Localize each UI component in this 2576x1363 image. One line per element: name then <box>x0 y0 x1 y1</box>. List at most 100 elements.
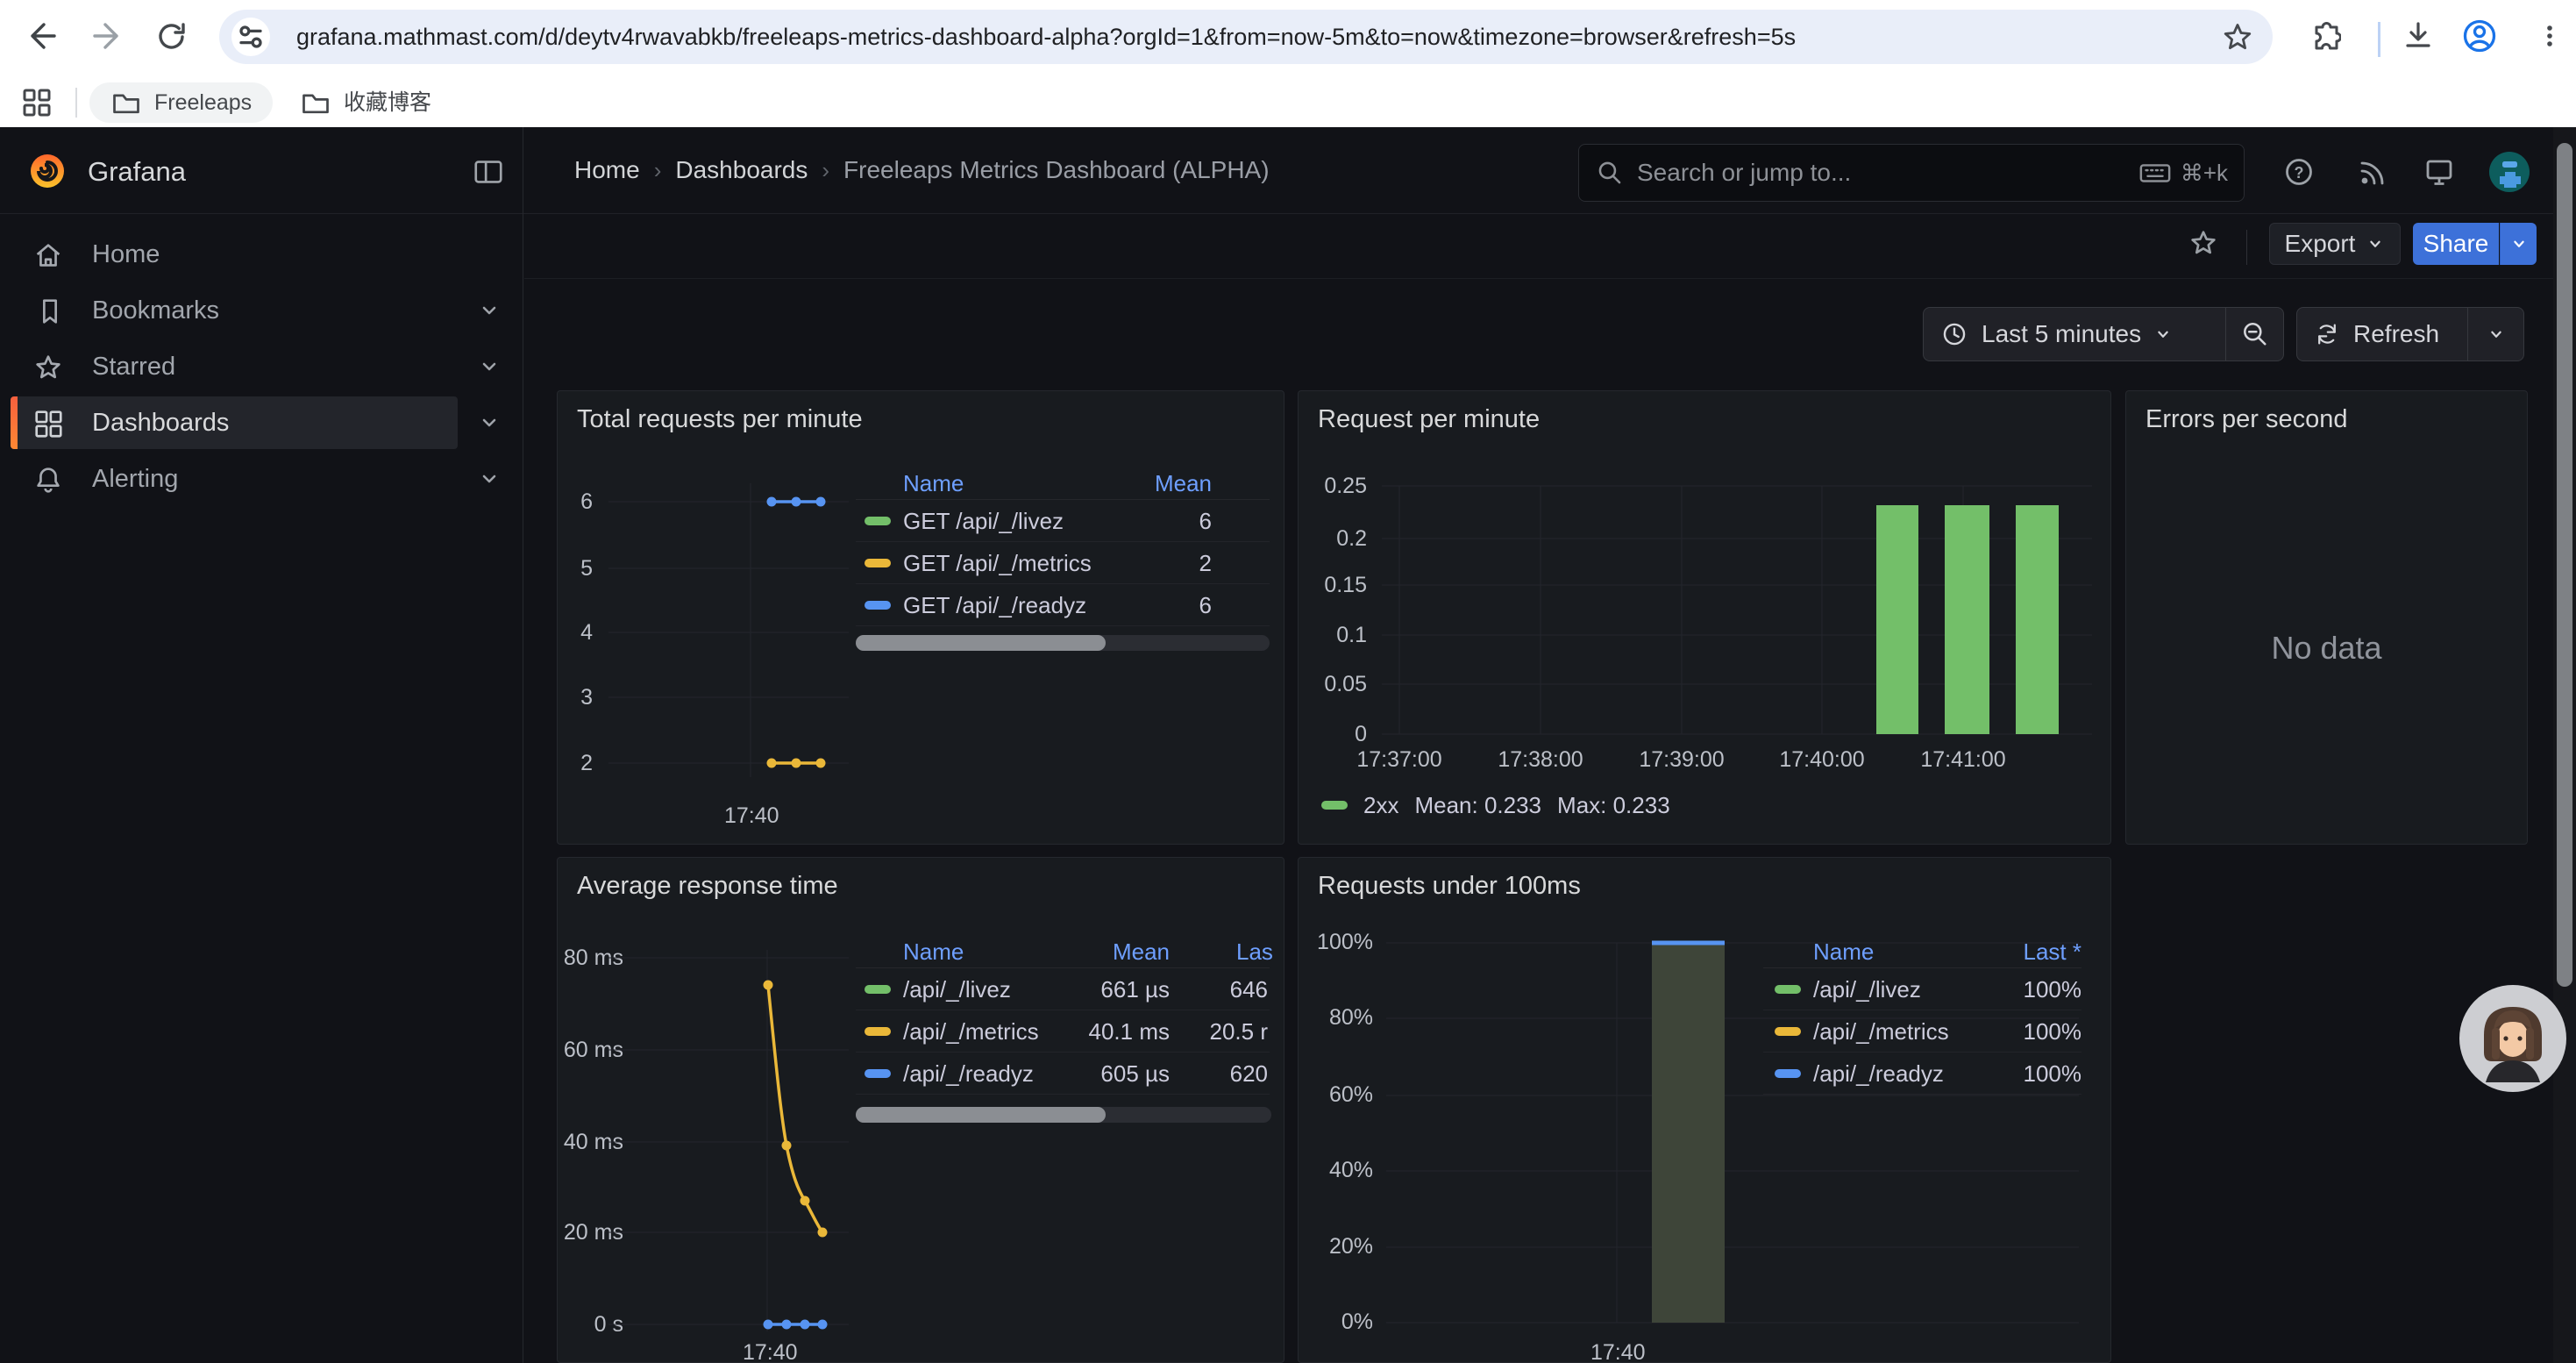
export-button[interactable]: Export <box>2269 223 2401 265</box>
search-input[interactable]: Search or jump to... ⌘+k <box>1578 144 2245 202</box>
y-tick: 5 <box>558 556 593 582</box>
legend-hscrollbar[interactable] <box>856 1107 1271 1123</box>
reload-icon[interactable] <box>154 18 189 54</box>
panel-title[interactable]: Errors per second <box>2145 405 2348 434</box>
line-chart[interactable] <box>601 475 856 799</box>
site-info-icon[interactable] <box>231 18 270 56</box>
sidebar-item-home[interactable]: Home <box>0 226 523 282</box>
kiosk-monitor-icon[interactable] <box>2422 154 2457 189</box>
y-tick: 0% <box>1299 1309 1373 1335</box>
legend-header-last[interactable]: Las <box>1236 938 1273 965</box>
bookmark-label: Freeleaps <box>154 82 252 123</box>
time-controls-group: Last 5 minutes <box>1923 307 2284 361</box>
bookmark-freeleaps[interactable]: Freeleaps <box>89 82 273 123</box>
sidebar-toggle-icon[interactable] <box>472 155 505 189</box>
sidebar-item-bookmarks[interactable]: Bookmarks <box>0 282 523 339</box>
chevron-down-icon[interactable] <box>477 467 502 491</box>
downloads-icon[interactable] <box>2401 18 2436 54</box>
url-text[interactable]: grafana.mathmast.com/d/deytv4rwavabkb/fr… <box>296 10 1796 64</box>
extensions-icon[interactable] <box>2306 18 2341 54</box>
chevron-down-icon[interactable] <box>477 298 502 323</box>
legend-row[interactable]: /api/_/readyz 605 µs 620 <box>856 1053 1270 1095</box>
legend-header-mean[interactable]: Mean <box>1113 938 1170 965</box>
help-icon[interactable]: ? <box>2281 154 2316 189</box>
page-scrollbar-thumb[interactable] <box>2557 143 2572 987</box>
sidebar-item-dashboards[interactable]: Dashboards <box>0 395 523 451</box>
scrollbar-thumb[interactable] <box>856 635 1106 651</box>
active-item-highlight <box>11 396 458 449</box>
legend-row[interactable]: /api/_/livez 661 µs 646 <box>856 968 1270 1010</box>
legend-header: Name Mean Las <box>856 938 1270 968</box>
scrollbar-thumb[interactable] <box>856 1107 1106 1123</box>
panel-title[interactable]: Requests under 100ms <box>1318 872 1581 901</box>
url-bar[interactable]: grafana.mathmast.com/d/deytv4rwavabkb/fr… <box>219 10 2273 64</box>
panel-total-requests[interactable]: Total requests per minute 6 5 4 3 2 17:4… <box>557 390 1284 845</box>
legend-row[interactable]: GET /api/_/metrics 2 <box>856 542 1270 584</box>
refresh-group: Refresh <box>2296 307 2524 361</box>
legend-header-name[interactable]: Name <box>1813 938 1874 965</box>
star-icon <box>32 351 65 384</box>
share-menu-button[interactable] <box>2500 223 2537 265</box>
breadcrumb-dashboards[interactable]: Dashboards <box>675 156 808 184</box>
bookmark-blogs[interactable]: 收藏博客 <box>279 82 452 123</box>
panel-avg-response-time[interactable]: Average response time 80 ms 60 ms 40 ms … <box>557 857 1284 1363</box>
y-tick: 40% <box>1299 1158 1373 1183</box>
x-tick: 17:40 <box>743 1340 795 1363</box>
panel-errors-per-second[interactable]: Errors per second No data <box>2125 390 2528 845</box>
news-rss-icon[interactable] <box>2355 154 2390 189</box>
legend-row[interactable]: /api/_/livez 100% <box>1763 968 2081 1010</box>
subheader-border <box>524 278 2576 279</box>
bar-chart[interactable] <box>1382 475 2092 738</box>
bookmark-star-icon[interactable] <box>2220 19 2255 54</box>
x-tick: 17:37:00 <box>1338 747 1461 773</box>
panel-requests-under-100ms[interactable]: Requests under 100ms 100% 80% 60% 40% 20… <box>1298 857 2111 1363</box>
apps-grid-icon[interactable] <box>19 85 54 120</box>
panel-title[interactable]: Average response time <box>577 872 838 901</box>
sidebar-item-starred[interactable]: Starred <box>0 339 523 395</box>
legend-header-name[interactable]: Name <box>903 470 964 496</box>
chevron-down-icon[interactable] <box>477 410 502 435</box>
y-tick: 3 <box>558 685 593 710</box>
sidebar-item-alerting[interactable]: Alerting <box>0 451 523 507</box>
home-icon <box>32 239 65 272</box>
line-chart[interactable] <box>601 941 856 1336</box>
legend[interactable]: 2xx Mean: 0.233 Max: 0.233 <box>1321 788 1670 823</box>
legend-row[interactable]: GET /api/_/readyz 6 <box>856 584 1270 626</box>
y-tick: 0.15 <box>1299 573 1367 598</box>
zoom-out-time-button[interactable] <box>2225 308 2283 360</box>
bell-icon <box>32 463 65 496</box>
panel-request-per-minute[interactable]: Request per minute 0.25 0.2 0.15 0.1 0.0… <box>1298 390 2111 845</box>
refresh-interval-button[interactable] <box>2467 308 2523 360</box>
refresh-button[interactable]: Refresh <box>2297 308 2467 360</box>
share-button[interactable]: Share <box>2413 223 2499 265</box>
back-icon[interactable] <box>25 18 60 54</box>
y-tick: 0.2 <box>1299 526 1367 552</box>
profile-icon[interactable] <box>2460 17 2499 55</box>
legend-hscrollbar[interactable] <box>856 635 1270 651</box>
panel-title[interactable]: Request per minute <box>1318 405 1540 434</box>
panel-title[interactable]: Total requests per minute <box>577 405 863 434</box>
x-tick: 17:40 <box>1590 1340 1643 1363</box>
caret-down-icon <box>2366 234 2385 253</box>
legend-row[interactable]: /api/_/readyz 100% <box>1763 1053 2081 1095</box>
legend-header-mean[interactable]: Mean <box>1155 470 1212 496</box>
legend-header-last[interactable]: Last * <box>2024 938 2082 965</box>
grafana-logo[interactable] <box>26 149 68 191</box>
series-swatch-blue <box>1775 1069 1801 1078</box>
chevron-down-icon[interactable] <box>477 354 502 379</box>
legend-row[interactable]: /api/_/metrics 40.1 ms 20.5 r <box>856 1010 1270 1053</box>
legend-header-name[interactable]: Name <box>903 938 964 965</box>
time-range-picker[interactable]: Last 5 minutes <box>1924 308 2225 360</box>
user-avatar[interactable] <box>2488 151 2530 193</box>
breadcrumb-home[interactable]: Home <box>574 156 640 184</box>
floating-assistant-avatar[interactable] <box>2457 982 2569 1095</box>
legend-row[interactable]: /api/_/metrics 100% <box>1763 1010 2081 1053</box>
keyboard-icon <box>2138 156 2172 189</box>
forward-icon[interactable] <box>89 18 125 54</box>
favorite-dashboard-star-icon[interactable] <box>2187 226 2220 260</box>
browser-menu-icon[interactable] <box>2532 18 2567 54</box>
sidebar-item-label: Alerting <box>92 451 178 507</box>
series-name[interactable]: 2xx <box>1363 792 1398 819</box>
legend-row[interactable]: GET /api/_/livez 6 <box>856 500 1270 542</box>
y-tick: 0.1 <box>1299 623 1367 648</box>
